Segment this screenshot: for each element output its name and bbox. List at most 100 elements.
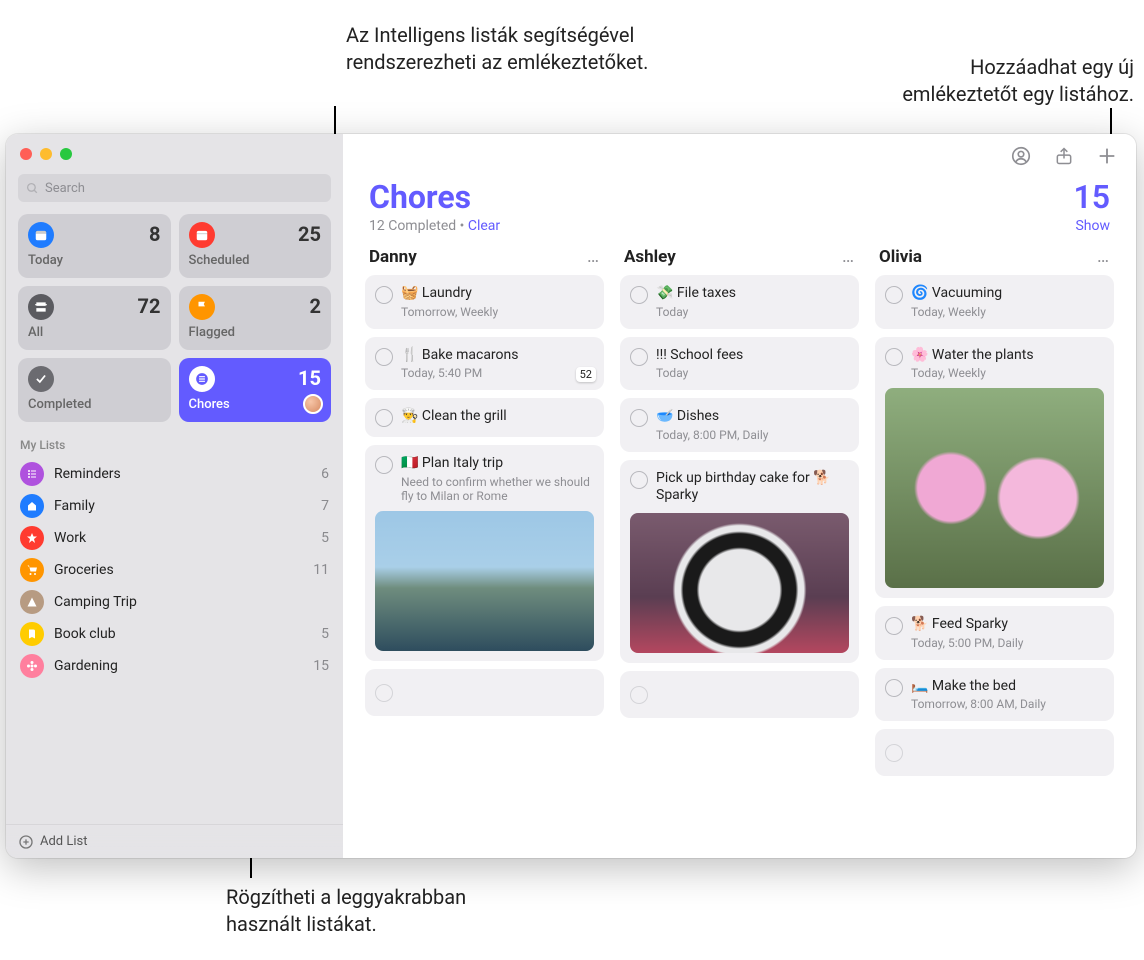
task-title: 🍴 Bake macarons xyxy=(401,347,594,365)
sidebar-item-groceries[interactable]: Groceries11 xyxy=(6,554,343,586)
close-dot[interactable] xyxy=(20,148,32,160)
list-glyph-icon xyxy=(20,654,44,678)
task-radio[interactable] xyxy=(375,286,393,304)
smart-label: All xyxy=(28,325,161,340)
task-radio[interactable] xyxy=(375,684,393,702)
search-icon xyxy=(26,182,39,195)
flagged-icon xyxy=(189,294,215,320)
column-olivia: Olivia … 🌀 VacuumingToday, Weekly 🌸 Water t… xyxy=(875,242,1114,846)
search-placeholder: Search xyxy=(45,181,85,196)
list-count: 15 xyxy=(313,658,329,674)
column-more-button[interactable]: … xyxy=(842,246,855,267)
smart-list-flagged[interactable]: 2Flagged xyxy=(179,286,332,350)
column-title: Olivia xyxy=(879,247,922,267)
task-title: 🧺 Laundry xyxy=(401,285,594,303)
sidebar: Search 8Today25Scheduled72All2FlaggedCom… xyxy=(6,134,343,858)
callout-add: Hozzáadhat egy új emlékeztetőt egy listá… xyxy=(868,54,1134,108)
smart-label: Chores xyxy=(189,397,322,412)
minimize-dot[interactable] xyxy=(40,148,52,160)
task-radio[interactable] xyxy=(375,348,393,366)
smart-lists-grid: 8Today25Scheduled72All2FlaggedCompleted1… xyxy=(6,214,343,422)
task-radio[interactable] xyxy=(630,286,648,304)
task-radio[interactable] xyxy=(630,471,648,489)
toolbar xyxy=(343,134,1136,178)
sidebar-item-work[interactable]: Work5 xyxy=(6,522,343,554)
task-subtitle: Tomorrow, 8:00 AM, Daily xyxy=(911,697,1104,711)
plus-circle-icon xyxy=(18,834,34,850)
smart-count: 15 xyxy=(298,366,321,390)
task-card[interactable]: 🛏️ Make the bedTomorrow, 8:00 AM, Daily xyxy=(875,668,1114,722)
task-radio[interactable] xyxy=(630,686,648,704)
task-title: 🐕 Feed Sparky xyxy=(911,616,1104,634)
list-glyph-icon xyxy=(20,558,44,582)
smart-list-scheduled[interactable]: 25Scheduled xyxy=(179,214,332,278)
task-card[interactable]: Pick up birthday cake for 🐕 Sparky xyxy=(620,460,859,663)
new-task-placeholder[interactable] xyxy=(365,669,604,716)
task-radio[interactable] xyxy=(885,744,903,762)
column-title: Danny xyxy=(369,247,417,267)
main-pane: Chores 15 12 Completed • Clear Show Dann… xyxy=(343,134,1136,858)
kanban-columns: Danny … 🧺 LaundryTomorrow, Weekly 🍴 Bake ma… xyxy=(343,242,1136,858)
new-task-placeholder[interactable] xyxy=(875,729,1114,776)
new-task-placeholder[interactable] xyxy=(620,671,859,718)
smart-label: Flagged xyxy=(189,325,322,340)
task-radio[interactable] xyxy=(375,456,393,474)
task-image xyxy=(885,388,1104,588)
task-card[interactable]: 🥣 DishesToday, 8:00 PM, Daily xyxy=(620,398,859,452)
scheduled-icon xyxy=(189,222,215,248)
add-reminder-button[interactable] xyxy=(1096,145,1118,167)
sidebar-item-camping-trip[interactable]: Camping Trip xyxy=(6,586,343,618)
column-more-button[interactable]: … xyxy=(1097,246,1110,267)
task-card[interactable]: 🐕 Feed Sparky Today, 5:00 PM, Daily xyxy=(875,606,1114,660)
column-more-button[interactable]: … xyxy=(587,246,600,267)
sidebar-item-family[interactable]: Family7 xyxy=(6,490,343,522)
task-subtitle: Today, Weekly xyxy=(911,305,1104,319)
task-subtitle: Today xyxy=(656,305,849,319)
task-card[interactable]: 🇮🇹 Plan Italy tripNeed to confirm whethe… xyxy=(365,445,604,661)
task-card[interactable]: 🌀 VacuumingToday, Weekly xyxy=(875,275,1114,329)
task-radio[interactable] xyxy=(885,348,903,366)
task-subtitle: Today, 5:00 PM, Daily xyxy=(911,636,1104,650)
task-subtitle: Today, Weekly xyxy=(911,366,1104,380)
add-list-button[interactable]: Add List xyxy=(6,824,343,858)
smart-list-all[interactable]: 72All xyxy=(18,286,171,350)
smart-list-completed[interactable]: Completed xyxy=(18,358,171,422)
task-radio[interactable] xyxy=(630,409,648,427)
task-card[interactable]: 🍴 Bake macaronsToday, 5:40 PM52 xyxy=(365,337,604,391)
task-card[interactable]: 👨‍🍳 Clean the grill xyxy=(365,398,604,437)
task-title: 🌸 Water the plants xyxy=(911,347,1104,365)
zoom-dot[interactable] xyxy=(60,148,72,160)
task-card[interactable]: 🌸 Water the plantsToday, Weekly xyxy=(875,337,1114,599)
task-title: 🥣 Dishes xyxy=(656,408,849,426)
task-image xyxy=(375,511,594,651)
task-subtitle: Today xyxy=(656,366,849,380)
completed-icon xyxy=(28,366,54,392)
share-button[interactable] xyxy=(1054,145,1074,167)
task-radio[interactable] xyxy=(885,286,903,304)
sidebar-item-gardening[interactable]: Gardening15 xyxy=(6,650,343,682)
list-glyph-icon xyxy=(20,494,44,518)
show-completed-button[interactable]: Show xyxy=(1075,218,1110,234)
person-badge-icon xyxy=(1010,145,1032,167)
add-list-label: Add List xyxy=(40,834,88,849)
sidebar-item-book-club[interactable]: Book club5 xyxy=(6,618,343,650)
search-input[interactable]: Search xyxy=(18,174,331,202)
task-card[interactable]: 💸 File taxesToday xyxy=(620,275,859,329)
task-card[interactable]: !!! School feesToday xyxy=(620,337,859,391)
collaborate-button[interactable] xyxy=(1010,145,1032,167)
task-radio[interactable] xyxy=(630,348,648,366)
task-card[interactable]: 🧺 LaundryTomorrow, Weekly xyxy=(365,275,604,329)
smart-count: 25 xyxy=(298,222,321,246)
smart-label: Today xyxy=(28,253,161,268)
task-radio[interactable] xyxy=(885,679,903,697)
all-icon xyxy=(28,294,54,320)
task-radio[interactable] xyxy=(375,409,393,427)
sidebar-item-reminders[interactable]: Reminders6 xyxy=(6,458,343,490)
clear-completed-button[interactable]: Clear xyxy=(468,218,500,234)
smart-list-chores[interactable]: 15 Chores xyxy=(179,358,332,422)
list-name: Reminders xyxy=(54,466,321,482)
smart-list-today[interactable]: 8Today xyxy=(18,214,171,278)
task-radio[interactable] xyxy=(885,617,903,635)
task-title: Pick up birthday cake for 🐕 Sparky xyxy=(656,470,849,505)
list-glyph-icon xyxy=(20,622,44,646)
